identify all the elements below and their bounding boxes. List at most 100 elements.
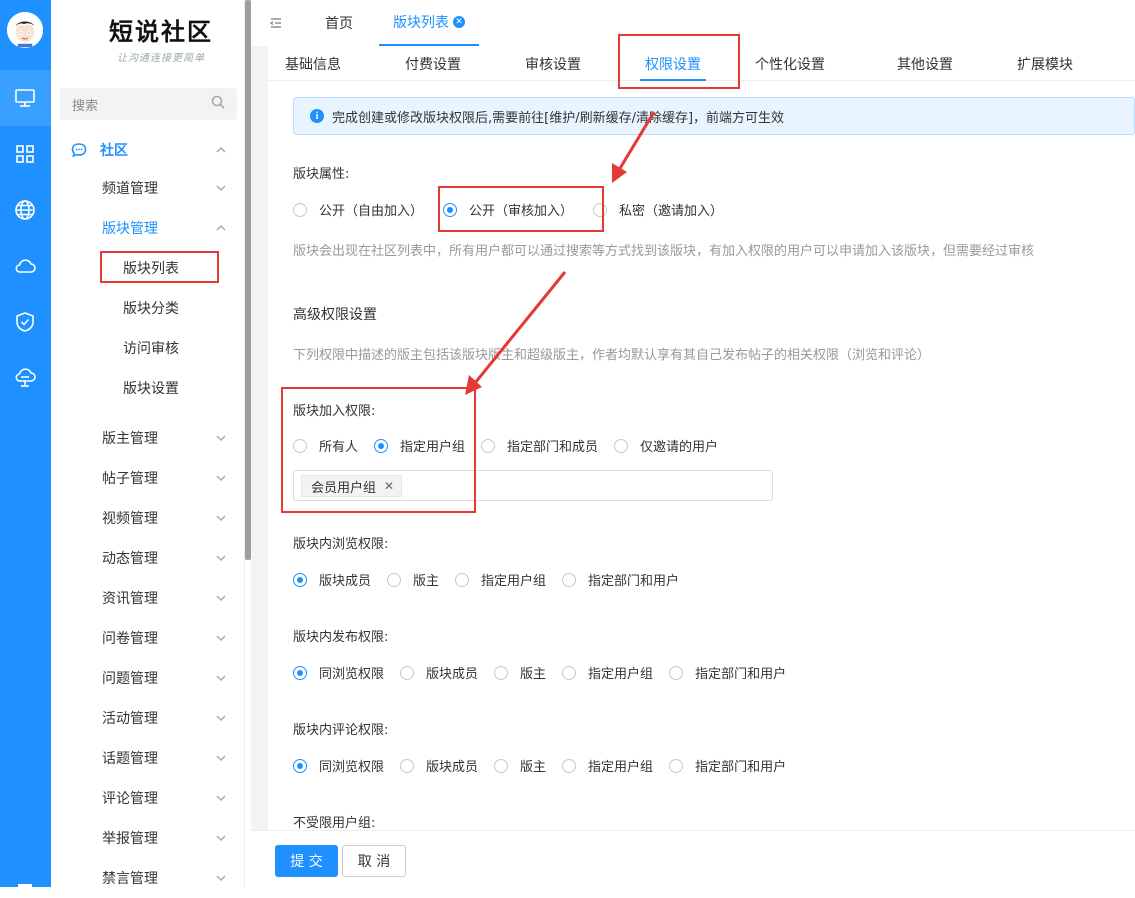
sidebar-item-label: 活动管理 bbox=[102, 711, 158, 727]
cloud-network-icon[interactable] bbox=[12, 365, 38, 391]
sidebar-item-comments[interactable]: 评论管理 bbox=[51, 778, 245, 818]
brand-title: 短说社区 bbox=[109, 17, 213, 46]
sidebar-item-board-settings[interactable]: 版块设置 bbox=[51, 368, 245, 408]
sidebar-item-board-management[interactable]: 版块管理 bbox=[51, 208, 245, 248]
sidebar-section-community[interactable]: 社区 bbox=[51, 130, 245, 170]
chevron-down-icon bbox=[215, 872, 227, 888]
radio-dept-members[interactable]: 指定部门和成员 bbox=[481, 436, 598, 455]
radio-board-members[interactable]: 版块成员 bbox=[400, 756, 478, 775]
subtab-label: 其他设置 bbox=[897, 56, 953, 73]
chevron-up-icon bbox=[215, 222, 227, 238]
sidebar-item-access-review[interactable]: 访问审核 bbox=[51, 328, 245, 368]
radio-dept-users[interactable]: 指定部门和用户 bbox=[669, 663, 786, 682]
advanced-permissions-help: 下列权限中描述的版主包括该版块版主和超级版主，作者均默认享有其自己发布帖子的相关… bbox=[293, 348, 931, 363]
info-icon: i bbox=[310, 109, 324, 123]
globe-icon[interactable] bbox=[12, 197, 38, 223]
chevron-down-icon bbox=[215, 632, 227, 648]
sidebar-item-label: 问卷管理 bbox=[102, 631, 158, 647]
search-placeholder: 搜索 bbox=[72, 98, 99, 114]
sidebar-item-mute[interactable]: 禁言管理 bbox=[51, 858, 245, 898]
subtab-personalization[interactable]: 个性化设置 bbox=[740, 46, 840, 81]
radio-label: 同浏览权限 bbox=[319, 760, 385, 775]
cloud-icon[interactable] bbox=[12, 253, 38, 279]
close-icon[interactable]: ✕ bbox=[453, 16, 465, 28]
sidebar-item-moderator[interactable]: 版主管理 bbox=[51, 418, 245, 458]
submit-button[interactable]: 提 交 bbox=[275, 845, 338, 877]
sidebar-item-surveys[interactable]: 问卷管理 bbox=[51, 618, 245, 658]
radio-same-as-browse[interactable]: 同浏览权限 bbox=[293, 663, 384, 682]
annotation-box-board-list bbox=[100, 251, 219, 283]
tab-board-list[interactable]: 版块列表 ✕ bbox=[379, 0, 479, 46]
post-permission-label: 版块内发布权限: bbox=[293, 630, 389, 645]
tab-home[interactable]: 首页 bbox=[325, 0, 353, 46]
radio-moderator[interactable]: 版主 bbox=[494, 663, 546, 682]
subtab-label: 付费设置 bbox=[405, 56, 461, 73]
radio-user-group[interactable]: 指定用户组 bbox=[562, 663, 653, 682]
subtab-label: 扩展模块 bbox=[1017, 56, 1073, 73]
grid-icon[interactable] bbox=[12, 141, 38, 167]
icon-rail bbox=[0, 0, 51, 887]
annotation-box-join-permission bbox=[281, 387, 476, 513]
radio-same-as-browse[interactable]: 同浏览权限 bbox=[293, 756, 384, 775]
sidebar-item-topics[interactable]: 话题管理 bbox=[51, 738, 245, 778]
radio-user-group[interactable]: 指定用户组 bbox=[455, 570, 546, 589]
sidebar-item-questions[interactable]: 问题管理 bbox=[51, 658, 245, 698]
search-icon[interactable] bbox=[211, 95, 225, 113]
comment-permission-label: 版块内评论权限: bbox=[293, 723, 389, 738]
subtab-extensions[interactable]: 扩展模块 bbox=[1000, 46, 1090, 81]
sidebar: 短说社区 让沟通连接更简单 搜索 社区 频道管理 版块管理 版块列表 版块分类 … bbox=[51, 0, 251, 887]
radio-dept-users[interactable]: 指定部门和用户 bbox=[562, 570, 679, 589]
radio-moderator[interactable]: 版主 bbox=[387, 570, 439, 589]
radio-board-members[interactable]: 版块成员 bbox=[293, 570, 371, 589]
radio-board-members[interactable]: 版块成员 bbox=[400, 663, 478, 682]
collapse-menu-icon[interactable] bbox=[269, 16, 283, 34]
form-footer: 提 交 取 消 bbox=[251, 830, 1135, 887]
chevron-down-icon bbox=[215, 672, 227, 688]
comment-permission-radio-group: 同浏览权限 版块成员 版主 指定用户组 指定部门和用户 bbox=[293, 756, 802, 775]
sidebar-item-events[interactable]: 活动管理 bbox=[51, 698, 245, 738]
radio-label: 版主 bbox=[413, 574, 440, 589]
sidebar-item-reports[interactable]: 举报管理 bbox=[51, 818, 245, 858]
subtab-label: 个性化设置 bbox=[755, 56, 825, 73]
chevron-down-icon bbox=[215, 592, 227, 608]
post-permission-radio-group: 同浏览权限 版块成员 版主 指定用户组 指定部门和用户 bbox=[293, 663, 802, 682]
radio-label: 指定用户组 bbox=[481, 574, 547, 589]
radio-user-group[interactable]: 指定用户组 bbox=[562, 756, 653, 775]
sidebar-search-input[interactable]: 搜索 bbox=[60, 88, 237, 120]
user-avatar[interactable] bbox=[7, 12, 43, 48]
sidebar-item-label: 禁言管理 bbox=[102, 871, 158, 887]
radio-label: 指定用户组 bbox=[588, 760, 654, 775]
sidebar-item-label: 版块分类 bbox=[123, 301, 179, 317]
sidebar-item-label: 资讯管理 bbox=[102, 591, 158, 607]
subtab-other[interactable]: 其他设置 bbox=[880, 46, 970, 81]
chevron-down-icon bbox=[215, 712, 227, 728]
sidebar-item-channel[interactable]: 频道管理 bbox=[51, 168, 245, 208]
subtab-review[interactable]: 审核设置 bbox=[508, 46, 598, 81]
radio-public-free[interactable]: 公开（自由加入） bbox=[293, 200, 423, 219]
shield-check-icon[interactable] bbox=[12, 309, 38, 335]
sidebar-item-posts[interactable]: 帖子管理 bbox=[51, 458, 245, 498]
radio-invited-only[interactable]: 仅邀请的用户 bbox=[614, 436, 718, 455]
sidebar-item-label: 话题管理 bbox=[102, 751, 158, 767]
sidebar-item-board-category[interactable]: 版块分类 bbox=[51, 288, 245, 328]
radio-label: 指定部门和成员 bbox=[507, 440, 599, 455]
tab-current-label: 版块列表 bbox=[393, 15, 449, 31]
subtab-basic-info[interactable]: 基础信息 bbox=[268, 46, 358, 81]
radio-moderator[interactable]: 版主 bbox=[494, 756, 546, 775]
sidebar-section-label: 社区 bbox=[100, 143, 128, 159]
sidebar-item-news[interactable]: 资讯管理 bbox=[51, 578, 245, 618]
radio-private-invite[interactable]: 私密（邀请加入） bbox=[593, 200, 723, 219]
radio-label: 私密（邀请加入） bbox=[619, 204, 724, 219]
sidebar-item-label: 帖子管理 bbox=[102, 471, 158, 487]
sidebar-item-label: 版块管理 bbox=[102, 221, 158, 237]
sidebar-item-moments[interactable]: 动态管理 bbox=[51, 538, 245, 578]
sidebar-item-label: 问题管理 bbox=[102, 671, 158, 687]
chevron-up-icon bbox=[215, 144, 227, 160]
sidebar-item-label: 视频管理 bbox=[102, 511, 158, 527]
subtab-payment[interactable]: 付费设置 bbox=[388, 46, 478, 81]
cancel-button[interactable]: 取 消 bbox=[342, 845, 406, 877]
monitor-icon[interactable] bbox=[12, 85, 38, 111]
radio-dept-users[interactable]: 指定部门和用户 bbox=[669, 756, 786, 775]
sidebar-item-videos[interactable]: 视频管理 bbox=[51, 498, 245, 538]
chevron-down-icon bbox=[215, 552, 227, 568]
